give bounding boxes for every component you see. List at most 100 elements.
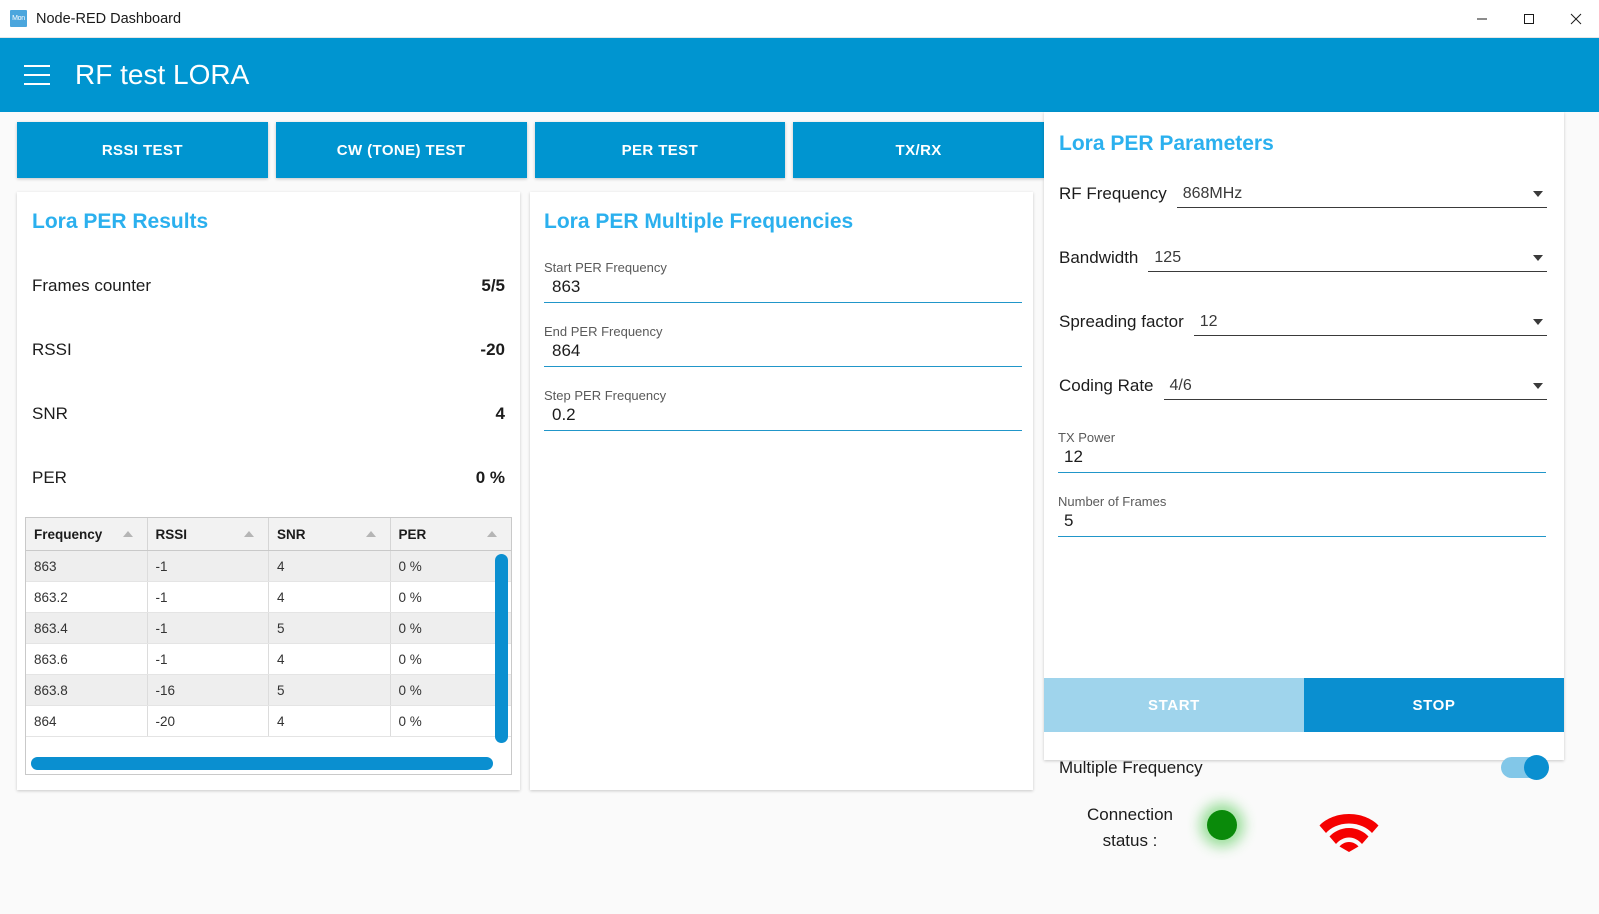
number-of-frames-field: Number of Frames xyxy=(1058,494,1546,537)
table-cell: -1 xyxy=(148,644,269,674)
metric-row-frames-counter: Frames counter 5/5 xyxy=(32,254,505,318)
table-row[interactable]: 863.8 -16 5 0 % xyxy=(26,675,511,706)
tab-rssi-test[interactable]: RSSI TEST xyxy=(17,122,268,178)
table-cell: -16 xyxy=(148,675,269,705)
select-value: 868MHz xyxy=(1182,185,1243,202)
metric-row-per: PER 0 % xyxy=(32,446,505,510)
connection-status-row: Connection status : xyxy=(1059,802,1547,857)
table-cell: 0 % xyxy=(398,558,422,574)
green-led-indicator xyxy=(1207,810,1237,840)
number-of-frames-input[interactable] xyxy=(1058,510,1546,537)
step-per-frequency-field: Step PER Frequency xyxy=(544,388,1022,431)
multiple-frequency-toggle[interactable] xyxy=(1501,755,1549,780)
chevron-down-icon xyxy=(1533,255,1543,261)
select-label: Bandwidth xyxy=(1059,248,1139,267)
table-cell: -1 xyxy=(148,551,269,581)
tab-per-test[interactable]: PER TEST xyxy=(534,122,786,178)
field-label: TX Power xyxy=(1058,430,1116,445)
toggle-knob xyxy=(1524,755,1549,780)
per-results-table: Frequency RSSI SNR PER 863 -1 4 0 % 863.2 -1 4… xyxy=(25,517,512,775)
lora-per-parameters-card: Lora PER Parameters RF Frequency 868MHz … xyxy=(1044,112,1564,852)
column-header-snr[interactable]: SNR xyxy=(269,518,391,550)
field-label: Start PER Frequency xyxy=(544,260,667,275)
rf-frequency-row: RF Frequency 868MHz xyxy=(1059,184,1547,208)
tx-power-input[interactable] xyxy=(1058,446,1546,473)
stop-button[interactable]: STOP xyxy=(1304,678,1564,732)
table-cell: 863 xyxy=(26,551,148,581)
bandwidth-select[interactable]: 125 xyxy=(1148,249,1547,272)
app-favicon: Mon xyxy=(10,10,27,27)
chevron-down-icon xyxy=(1533,383,1543,389)
lora-per-multiple-frequencies-card: Lora PER Multiple Frequencies Start PER … xyxy=(530,192,1033,790)
field-label: Number of Frames xyxy=(1058,494,1167,509)
table-cell: 863.8 xyxy=(26,675,148,705)
tab-cw-tone-test[interactable]: CW (TONE) TEST xyxy=(275,122,527,178)
start-button[interactable]: START xyxy=(1044,678,1304,732)
metric-value: 4 xyxy=(495,404,505,423)
start-per-frequency-field: Start PER Frequency xyxy=(544,260,1022,303)
table-cell: 0 % xyxy=(398,620,422,636)
column-header-frequency[interactable]: Frequency xyxy=(26,518,148,550)
table-row[interactable]: 863 -1 4 0 % xyxy=(26,551,511,582)
start-per-frequency-input[interactable] xyxy=(544,276,1022,303)
field-label: Step PER Frequency xyxy=(544,388,667,403)
table-cell: 5 xyxy=(269,675,391,705)
select-value: 125 xyxy=(1154,249,1182,266)
select-label: Coding Rate xyxy=(1059,376,1154,395)
sort-ascending-icon[interactable] xyxy=(122,531,133,537)
sort-ascending-icon[interactable] xyxy=(365,531,376,537)
table-row[interactable]: 863.2 -1 4 0 % xyxy=(26,582,511,613)
table-row[interactable]: 864 -20 4 0 % xyxy=(26,706,511,737)
table-header-row: Frequency RSSI SNR PER xyxy=(26,518,511,551)
hamburger-menu-icon[interactable] xyxy=(24,65,50,85)
lora-per-results-card: Lora PER Results Frames counter 5/5 RSSI… xyxy=(17,192,520,790)
select-label: RF Frequency xyxy=(1059,184,1167,203)
metric-value: 0 % xyxy=(475,468,505,487)
metric-label: Frames counter xyxy=(32,276,152,295)
action-button-row: START STOP xyxy=(1044,678,1564,732)
rf-frequency-select[interactable]: 868MHz xyxy=(1176,185,1547,208)
table-cell: 0 % xyxy=(398,713,422,729)
minimize-button[interactable] xyxy=(1458,0,1505,38)
step-per-frequency-input[interactable] xyxy=(544,404,1022,431)
maximize-button[interactable] xyxy=(1505,0,1552,38)
select-value: 4/6 xyxy=(1169,377,1192,394)
table-horizontal-scrollbar[interactable] xyxy=(31,757,493,770)
table-cell: 4 xyxy=(269,551,391,581)
tx-power-field: TX Power xyxy=(1058,430,1546,473)
column-header-rssi[interactable]: RSSI xyxy=(148,518,269,550)
window-titlebar: Mon Node-RED Dashboard xyxy=(0,0,1599,38)
end-per-frequency-input[interactable] xyxy=(544,340,1022,367)
multiple-frequency-toggle-row: Multiple Frequency xyxy=(1059,755,1549,780)
table-row[interactable]: 863.6 -1 4 0 % xyxy=(26,644,511,675)
tab-tx-rx[interactable]: TX/RX xyxy=(793,122,1044,178)
column-label: RSSI xyxy=(155,526,188,542)
table-cell: 864 xyxy=(26,706,148,736)
table-vertical-scrollbar[interactable] xyxy=(495,554,508,743)
end-per-frequency-field: End PER Frequency xyxy=(544,324,1022,367)
metric-row-snr: SNR 4 xyxy=(32,382,505,446)
results-card-title: Lora PER Results xyxy=(32,210,209,233)
field-label: End PER Frequency xyxy=(544,324,663,339)
metric-value: -20 xyxy=(480,340,505,359)
sort-ascending-icon[interactable] xyxy=(487,531,497,537)
multifreq-card-title: Lora PER Multiple Frequencies xyxy=(544,210,854,233)
column-label: Frequency xyxy=(34,526,103,542)
test-tab-bar: RSSI TEST CW (TONE) TEST PER TEST TX/RX xyxy=(17,122,1044,178)
spreading-factor-select[interactable]: 12 xyxy=(1193,313,1547,336)
table-cell: 863.2 xyxy=(26,582,148,612)
table-cell: 0 % xyxy=(398,651,422,667)
close-button[interactable] xyxy=(1552,0,1599,38)
coding-rate-select[interactable]: 4/6 xyxy=(1163,377,1547,400)
wifi-icon xyxy=(1319,806,1379,857)
chevron-down-icon xyxy=(1533,191,1543,197)
table-row[interactable]: 863.4 -1 5 0 % xyxy=(26,613,511,644)
table-cell: -1 xyxy=(148,582,269,612)
window-title: Node-RED Dashboard xyxy=(36,10,182,27)
sort-ascending-icon[interactable] xyxy=(244,531,254,537)
connection-status-label: Connection status : xyxy=(1086,805,1173,850)
table-cell: 0 % xyxy=(398,682,422,698)
column-header-per[interactable]: PER xyxy=(391,518,512,550)
window-controls xyxy=(1458,0,1599,38)
coding-rate-row: Coding Rate 4/6 xyxy=(1059,376,1547,400)
